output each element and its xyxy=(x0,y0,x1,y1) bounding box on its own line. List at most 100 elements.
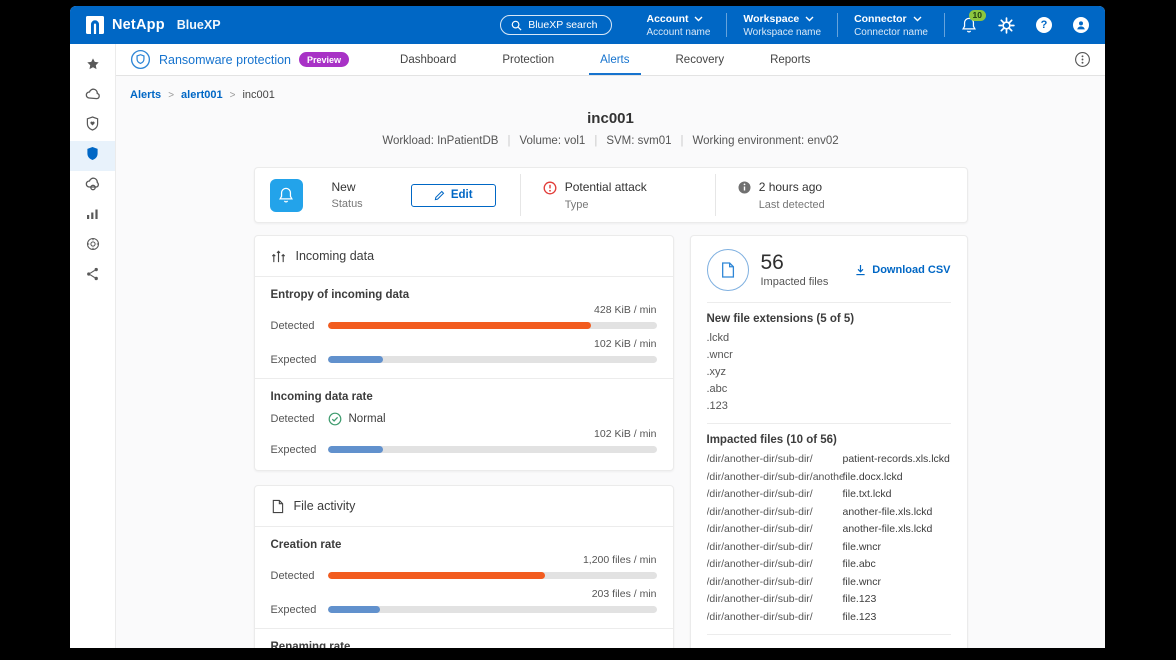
tab-recovery[interactable]: Recovery xyxy=(653,44,748,75)
workspace-menu[interactable]: Workspace Workspace name xyxy=(727,13,837,38)
file-row: /dir/another-dir/sub-dir/patient-records… xyxy=(707,451,951,469)
workspace-menu-value: Workspace name xyxy=(743,27,821,38)
settings-gear-icon[interactable] xyxy=(998,17,1015,34)
tabs: Dashboard Protection Alerts Recovery Rep… xyxy=(377,44,833,75)
sidebar-item-protection[interactable] xyxy=(70,111,115,141)
incoming-rate-section: Incoming data rate Detected Normal xyxy=(255,378,673,470)
download-csv-link[interactable]: Download CSV xyxy=(855,264,950,276)
pencil-icon xyxy=(434,190,445,201)
app-title: Ransomware protection xyxy=(159,53,291,67)
share-nodes-icon xyxy=(86,267,99,286)
extension-item: .abc xyxy=(707,381,951,398)
sidebar-item-cloud-restore[interactable] xyxy=(70,171,115,201)
ransomware-protection-icon xyxy=(130,49,151,70)
extension-item: .lckd xyxy=(707,330,951,347)
file-activity-card: File activity Creation rate 1,200 files … xyxy=(254,485,674,648)
sidebar-item-ransomware-protection[interactable] xyxy=(70,141,115,171)
file-row: /dir/another-dir/sub-dir/file.abc xyxy=(707,556,951,574)
file-row: /dir/another-dir/sub-dir/file.123 xyxy=(707,609,951,627)
impacted-files-card: 56 Impacted files Download CSV xyxy=(690,235,968,648)
file-row: /dir/another-dir/sub-dir/file.wncr xyxy=(707,539,951,557)
sidebar-item-settings[interactable] xyxy=(70,231,115,261)
last-detected-field: 2 hours ago Last detected xyxy=(716,180,825,211)
meter-track xyxy=(328,446,657,453)
check-circle-icon xyxy=(328,412,342,426)
creation-rate-section: Creation rate 1,200 files / min Detected xyxy=(255,527,673,628)
top-header-bar: NetApp BlueXP BlueXP search Account Acco… xyxy=(70,6,1105,44)
brand-name: NetApp xyxy=(112,17,165,33)
meta-workload: Workload: InPatientDB xyxy=(382,135,498,147)
user-profile-icon[interactable] xyxy=(1073,17,1089,33)
alert-warning-icon xyxy=(543,181,557,200)
tab-alerts[interactable]: Alerts xyxy=(577,44,652,75)
tab-label: Recovery xyxy=(676,54,725,66)
left-nav-sidebar xyxy=(70,44,116,648)
tab-dashboard[interactable]: Dashboard xyxy=(377,44,479,75)
sidebar-item-analytics[interactable] xyxy=(70,201,115,231)
connector-menu[interactable]: Connector Connector name xyxy=(838,13,944,38)
entropy-section: Entropy of incoming data 428 KiB / min D… xyxy=(255,277,673,378)
impacted-count: 56 xyxy=(761,252,829,273)
impacted-file-icon xyxy=(707,249,749,291)
impacted-count-label: Impacted files xyxy=(761,276,829,288)
workspace-menu-label: Workspace xyxy=(743,13,799,25)
search-label: BlueXP search xyxy=(528,19,597,31)
file-row: /dir/another-dir/sub-dir/file.wncr xyxy=(707,574,951,592)
sidebar-item-share[interactable] xyxy=(70,261,115,291)
account-menu[interactable]: Account Account name xyxy=(630,13,726,38)
creation-expected-meter: 203 files / min Expected xyxy=(271,588,657,616)
download-icon xyxy=(855,264,866,276)
meta-volume: Volume: vol1 xyxy=(519,135,585,147)
entropy-title: Entropy of incoming data xyxy=(271,287,657,303)
notification-badge: 10 xyxy=(969,10,986,21)
edit-status-button[interactable]: Edit xyxy=(411,184,496,207)
last-detected-value: 2 hours ago xyxy=(759,180,825,194)
sidebar-item-cloud[interactable] xyxy=(70,81,115,111)
meter-track xyxy=(328,606,657,613)
cloud-restore-icon xyxy=(85,177,101,196)
sidebar-item-favorites[interactable] xyxy=(70,51,115,81)
type-value: Potential attack xyxy=(565,180,647,194)
file-row: /dir/another-dir/sub-dir/another-file.xl… xyxy=(707,504,951,522)
header-divider xyxy=(944,13,945,37)
page-title: inc001 xyxy=(116,110,1105,127)
rate-detected-status: Normal xyxy=(349,413,386,425)
meta-working-env: Working environment: env02 xyxy=(693,135,839,147)
meter-fill xyxy=(328,606,381,613)
connector-menu-value: Connector name xyxy=(854,27,928,38)
meter-fill xyxy=(328,572,545,579)
file-row: /dir/another-dir/sub-dir/file.txt.lckd xyxy=(707,486,951,504)
rate-expected-meter: 102 KiB / min Expected xyxy=(271,428,657,456)
shield-heart-icon xyxy=(86,116,99,136)
chevron-down-icon xyxy=(694,13,703,25)
file-activity-title: File activity xyxy=(294,499,356,513)
info-menu-icon[interactable] xyxy=(1074,44,1091,75)
impacted-count-block: 56 Impacted files xyxy=(761,252,829,288)
file-row: /dir/another-dir/sub-dir/file.123 xyxy=(707,591,951,609)
file-activity-header: File activity xyxy=(255,486,673,527)
creation-rate-title: Creation rate xyxy=(271,537,657,553)
breadcrumb-alerts-link[interactable]: Alerts xyxy=(130,89,161,101)
help-icon[interactable]: ? xyxy=(1036,17,1052,33)
impacted-files-section: Impacted files (10 of 56) /dir/another-d… xyxy=(691,424,967,634)
tab-protection[interactable]: Protection xyxy=(479,44,577,75)
bluexp-search[interactable]: BlueXP search xyxy=(500,15,612,35)
star-icon xyxy=(86,57,100,76)
entropy-detected-meter: 428 KiB / min Detected xyxy=(271,304,657,332)
new-extensions-section: New file extensions (5 of 5) .lckd .wncr… xyxy=(691,303,967,423)
meter-fill xyxy=(328,446,384,453)
new-extensions-title: New file extensions (5 of 5) xyxy=(707,313,951,325)
meter-track xyxy=(328,322,657,329)
incoming-data-header: Incoming data xyxy=(255,236,673,277)
tab-reports[interactable]: Reports xyxy=(747,44,833,75)
notifications-bell-icon[interactable]: 10 xyxy=(961,16,977,34)
chevron-down-icon xyxy=(913,13,922,25)
impacted-files-title: Impacted files (10 of 56) xyxy=(707,434,951,446)
breadcrumb-alert001-link[interactable]: alert001 xyxy=(181,89,223,101)
extension-item: .xyz xyxy=(707,364,951,381)
alert-detail-page: Alerts > alert001 > inc001 inc001 Worklo… xyxy=(116,76,1105,648)
product-name: BlueXP xyxy=(177,18,221,32)
status-value: New xyxy=(332,180,363,194)
alert-bell-icon xyxy=(270,179,303,212)
connector-menu-label: Connector xyxy=(854,13,907,25)
